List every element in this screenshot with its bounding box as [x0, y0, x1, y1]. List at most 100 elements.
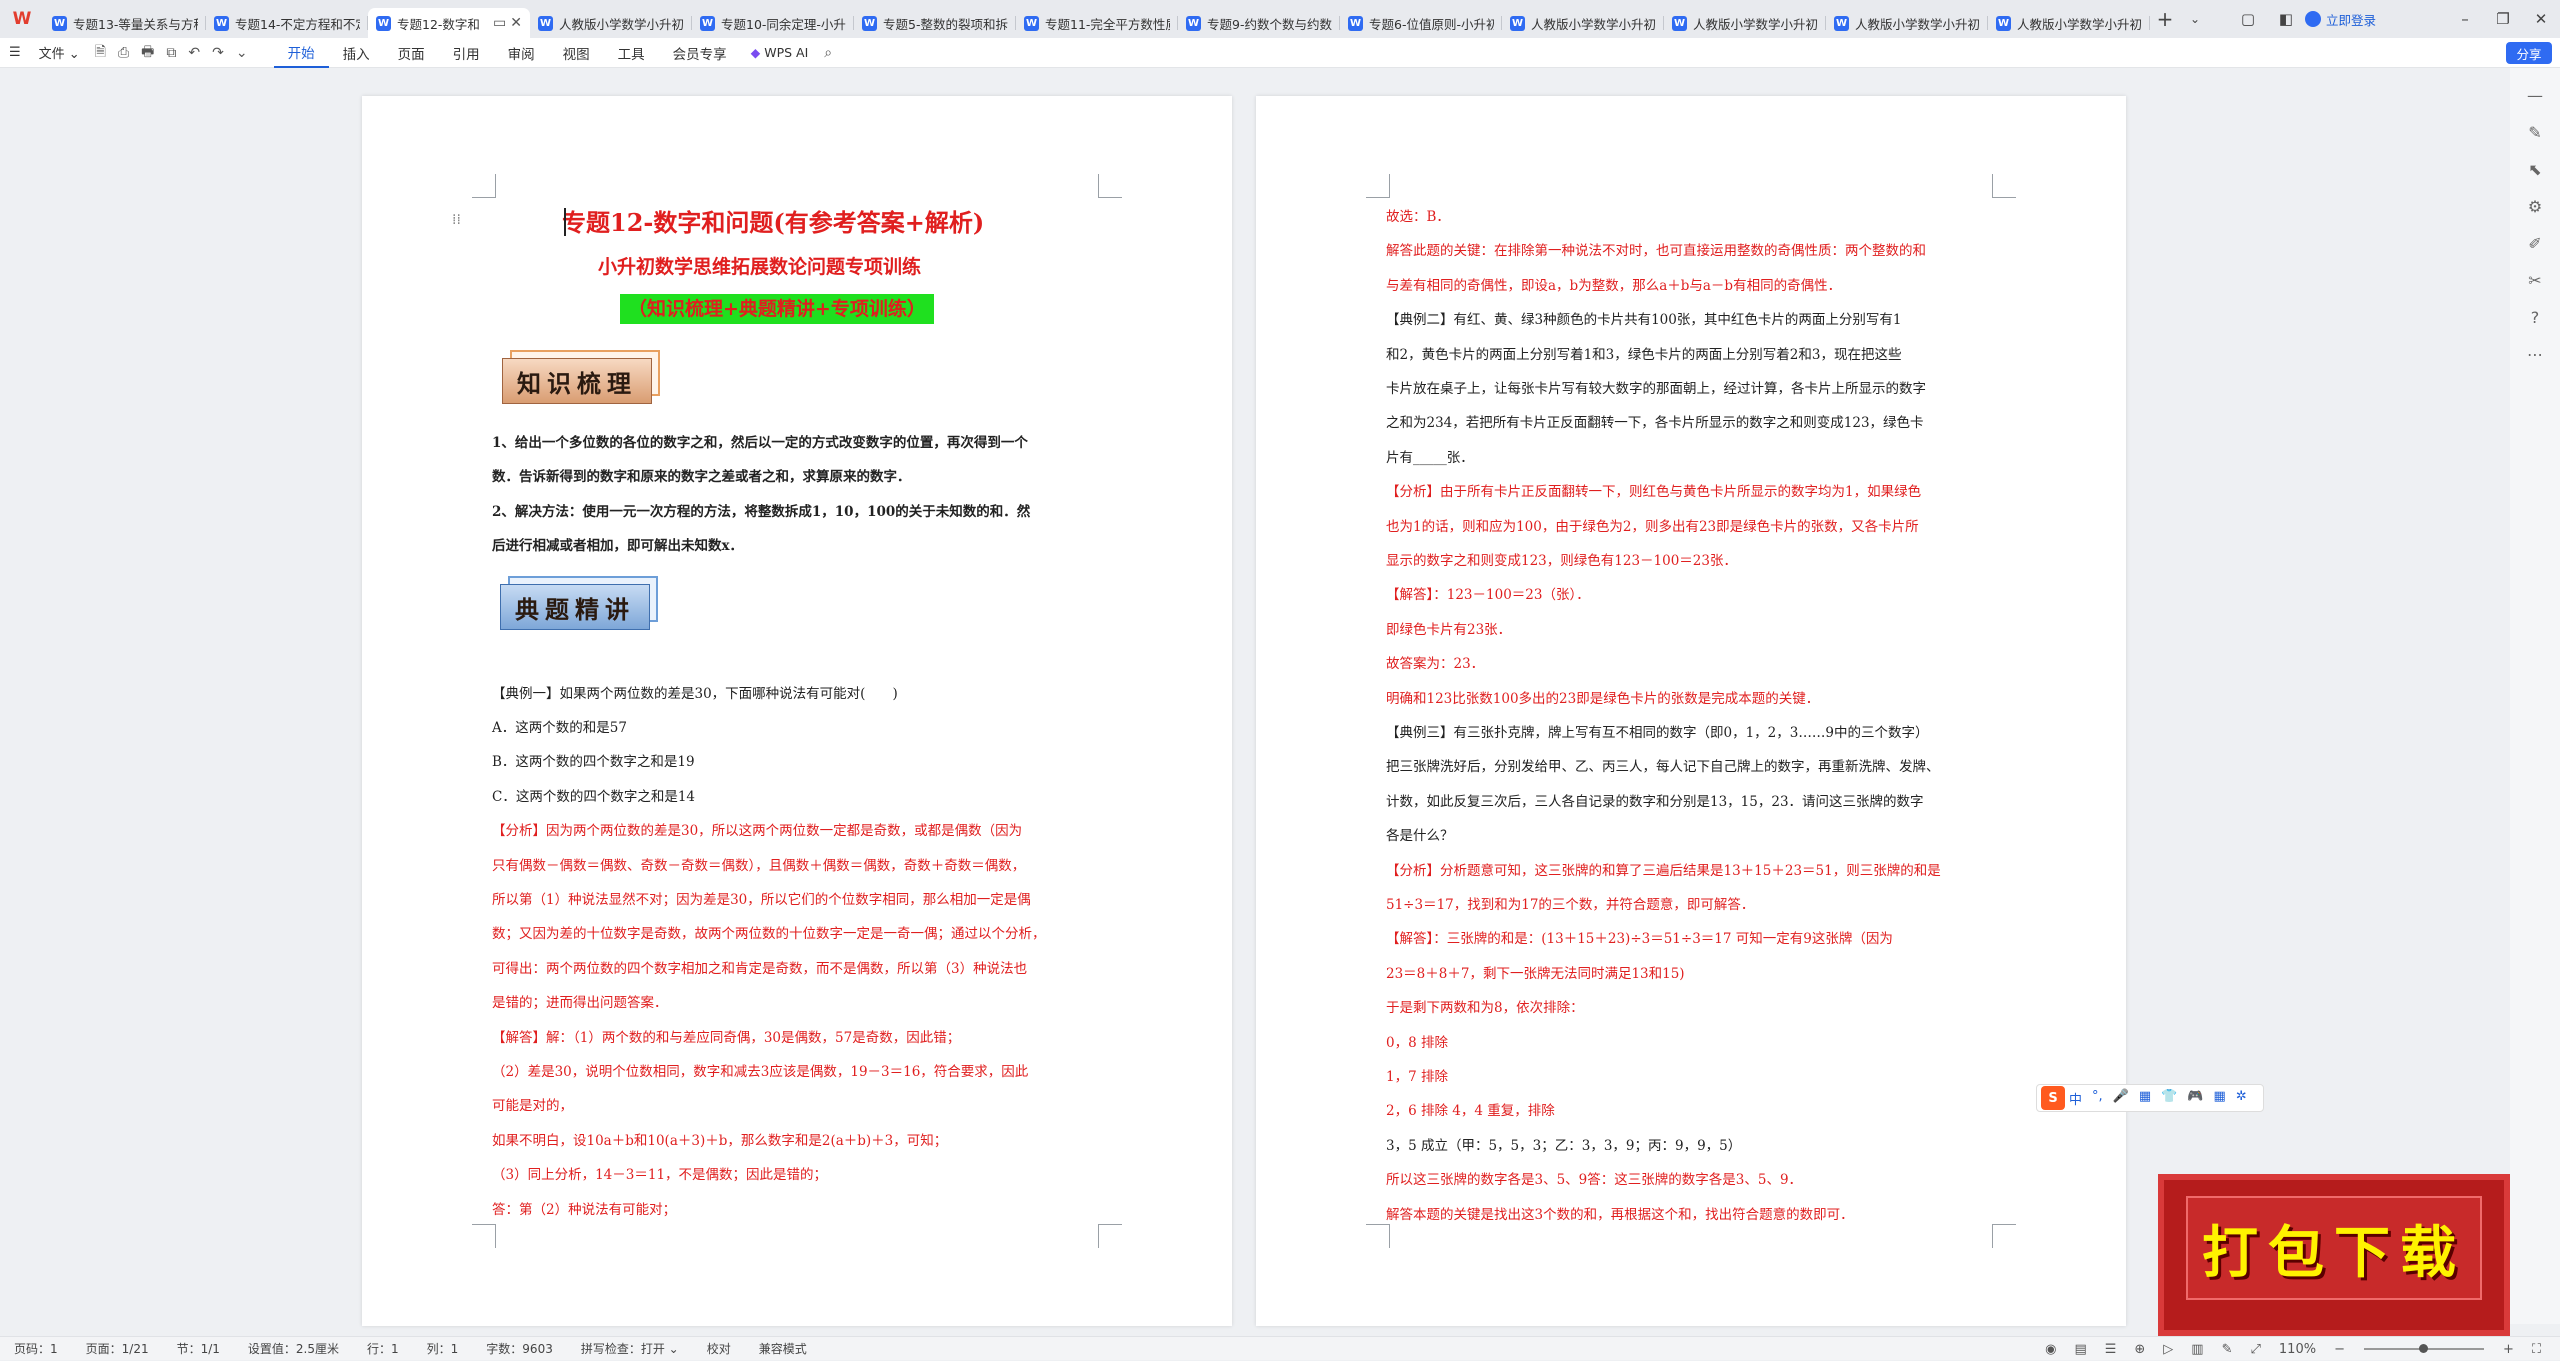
ime-tool-icon[interactable]: °, [2092, 1089, 2103, 1108]
select-icon[interactable]: ⬉ [2510, 160, 2560, 179]
wps-writer-icon: W [214, 15, 229, 31]
settings-icon[interactable]: ⚙ [2510, 197, 2560, 216]
ime-tool-icon[interactable]: ✲ [2236, 1089, 2247, 1108]
menu-icon[interactable]: ☰ [0, 45, 30, 60]
wps-logo-icon[interactable]: W [0, 0, 44, 38]
tab-document[interactable]: W 专题12-数字和 ▭ ✕ [368, 8, 530, 38]
download-promo-banner[interactable]: 打包下载 [2158, 1174, 2510, 1336]
window-controls: ▢ ◧ 立即登录 – ❐ ✕ [2229, 0, 2560, 38]
document-page-1[interactable]: 专题12-数字和问题(有参考答案+解析) 小升初数学思维拓展数论问题专项训练 （… [362, 96, 1232, 1326]
collapse-icon[interactable]: — [2510, 86, 2560, 105]
zoom-slider[interactable] [2363, 1344, 2484, 1353]
zoom-out-button[interactable]: − [2325, 1342, 2354, 1357]
tab-document[interactable]: W 专题10-同余定理-小升 [692, 8, 854, 38]
outline-view-icon[interactable]: ☰ [2096, 1342, 2126, 1357]
status-spell-check[interactable]: 拼写检查：打开 ⌄ [567, 1340, 693, 1357]
doc-text-line: 所以第（1）种说法显然不对；因为差是30，所以它们的个位数字相同，那么相加一定是… [492, 892, 1031, 908]
close-window-button[interactable]: ✕ [2522, 10, 2560, 28]
maximize-button[interactable]: ❐ [2484, 10, 2522, 28]
help-icon[interactable]: ? [2510, 308, 2560, 327]
menu-tab[interactable]: 会员专享 [659, 38, 741, 68]
fit-page-icon[interactable]: ⤢ [2242, 1342, 2270, 1357]
status-row[interactable]: 行：1 [353, 1340, 413, 1357]
close-tab-icon[interactable]: ✕ [510, 15, 522, 31]
more-icon[interactable]: ⋯ [2510, 345, 2560, 364]
web-view-icon[interactable]: ⊕ [2125, 1342, 2154, 1357]
status-section[interactable]: 节：1/1 [163, 1340, 234, 1357]
export-pdf-icon[interactable]: ⎙ [112, 45, 135, 61]
drag-handle-icon[interactable]: ⁞⁞ [452, 212, 461, 228]
layout-icon[interactable]: ▢ [2229, 10, 2267, 28]
tab-label: 专题13-等量关系与方程 [73, 16, 198, 32]
zoom-slider-handle[interactable] [2418, 1344, 2428, 1353]
save-icon[interactable]: 🗎 [89, 41, 112, 65]
menu-tab[interactable]: 页面 [384, 38, 439, 68]
document-page-2[interactable]: 故选：B． 解答此题的关键：在排除第一种说法不对时，也可直接运用整数的奇偶性质：两… [1256, 96, 2126, 1326]
ime-tool-icon[interactable]: 中 [2069, 1089, 2082, 1108]
tab-document[interactable]: W 专题9-约数个数与约数 [1178, 8, 1340, 38]
tab-document[interactable]: W 人教版小学数学小升初 [1502, 8, 1664, 38]
menu-tab[interactable]: 插入 [329, 38, 384, 68]
eye-protect-icon[interactable]: ◉ [2036, 1342, 2065, 1357]
page-view-icon[interactable]: ▤ [2065, 1342, 2095, 1357]
menu-tab[interactable]: 视图 [549, 38, 604, 68]
status-pages[interactable]: 页面：1/21 [72, 1340, 163, 1357]
monitor-icon[interactable]: ▭ [493, 15, 506, 31]
ime-tool-icon[interactable]: ▦ [2214, 1089, 2226, 1108]
preview-icon[interactable]: ⧉ [160, 45, 182, 61]
skin-icon[interactable]: ◧ [2267, 10, 2305, 28]
tab-document[interactable]: W 专题6-位值原则-小升初 [1340, 8, 1502, 38]
tab-list-chevron-icon[interactable]: ⌄ [2180, 12, 2210, 26]
tab-document[interactable]: W 人教版小学数学小升初 [1826, 8, 1988, 38]
input-method-bar[interactable]: S 中 °, 🎤 ▦ 👕 🎮 ▦ ✲ [2036, 1084, 2264, 1112]
doc-text-line: 解答本题的关键是找出这3个数的和，再根据这个和，找出符合题意的数即可． [1386, 1206, 1854, 1223]
share-button[interactable]: 分享 [2506, 42, 2552, 64]
menu-tab[interactable]: 工具 [604, 38, 659, 68]
new-tab-button[interactable]: + [2150, 7, 2180, 31]
tools-icon[interactable]: ✂ [2510, 271, 2560, 290]
fullscreen-icon[interactable]: ⛶ [2523, 1342, 2550, 1357]
redo-icon[interactable]: ↷ [206, 45, 230, 61]
status-page-number[interactable]: 页码：1 [0, 1340, 72, 1357]
zoom-value[interactable]: 110% [2270, 1342, 2325, 1357]
doc-text-line: 所以这三张牌的数字各是3、5、9答：这三张牌的数字各是3、5、9． [1386, 1172, 1803, 1189]
ime-tool-icon[interactable]: 🎤 [2113, 1089, 2129, 1108]
file-menu[interactable]: 文件 ⌄ [30, 43, 89, 62]
status-col[interactable]: 列：1 [413, 1340, 473, 1357]
status-compat-mode[interactable]: 兼容模式 [745, 1340, 821, 1357]
tab-document[interactable]: W 专题13-等量关系与方程 [44, 8, 206, 38]
status-proofread[interactable]: 校对 [693, 1340, 745, 1357]
annotate-icon[interactable]: ✎ [2213, 1342, 2242, 1357]
play-icon[interactable]: ▷ [2154, 1342, 2182, 1357]
edit-icon[interactable]: ✐ [2510, 234, 2560, 253]
tab-document[interactable]: W 人教版小学数学小升初 [530, 8, 692, 38]
status-setting[interactable]: 设置值：2.5厘米 [234, 1340, 353, 1357]
read-mode-icon[interactable]: ▥ [2182, 1342, 2212, 1357]
doc-text-line: 2，6 排除 4，4 重复，排除 [1386, 1103, 1555, 1120]
status-word-count[interactable]: 字数：9603 [472, 1340, 567, 1357]
ime-tool-icon[interactable]: 👕 [2161, 1089, 2177, 1108]
menu-tab[interactable]: 开始 [273, 38, 329, 68]
more-chevron-icon[interactable]: ⌄ [230, 45, 254, 61]
menu-tab[interactable]: 审阅 [494, 38, 549, 68]
wps-writer-icon: W [1348, 15, 1363, 31]
search-icon[interactable]: ⌕ [818, 45, 838, 61]
tab-document[interactable]: W 专题14-不定方程和不定方 [206, 8, 368, 38]
wps-ai-button[interactable]: ◆ WPS AI [741, 45, 819, 60]
zoom-in-button[interactable]: + [2494, 1342, 2523, 1357]
print-icon[interactable]: 🖶 [135, 41, 160, 65]
minimize-button[interactable]: – [2446, 10, 2484, 28]
undo-icon[interactable]: ↶ [182, 45, 206, 61]
ime-tool-icon[interactable]: ▦ [2139, 1089, 2151, 1108]
ime-tool-icon[interactable]: 🎮 [2187, 1089, 2203, 1108]
pen-icon[interactable]: ✎ [2510, 123, 2560, 142]
tab-label: 人教版小学数学小升初 [1693, 16, 1818, 32]
page-corner-mark [472, 1224, 496, 1248]
tab-document[interactable]: W 专题5-整数的裂项和拆 [854, 8, 1016, 38]
tab-document[interactable]: W 人教版小学数学小升初 [1988, 8, 2150, 38]
promo-text: 打包下载 [2186, 1196, 2482, 1300]
menu-tab[interactable]: 引用 [439, 38, 494, 68]
tab-document[interactable]: W 专题11-完全平方数性质 [1016, 8, 1178, 38]
login-button[interactable]: 立即登录 [2304, 10, 2376, 29]
tab-document[interactable]: W 人教版小学数学小升初 [1664, 8, 1826, 38]
